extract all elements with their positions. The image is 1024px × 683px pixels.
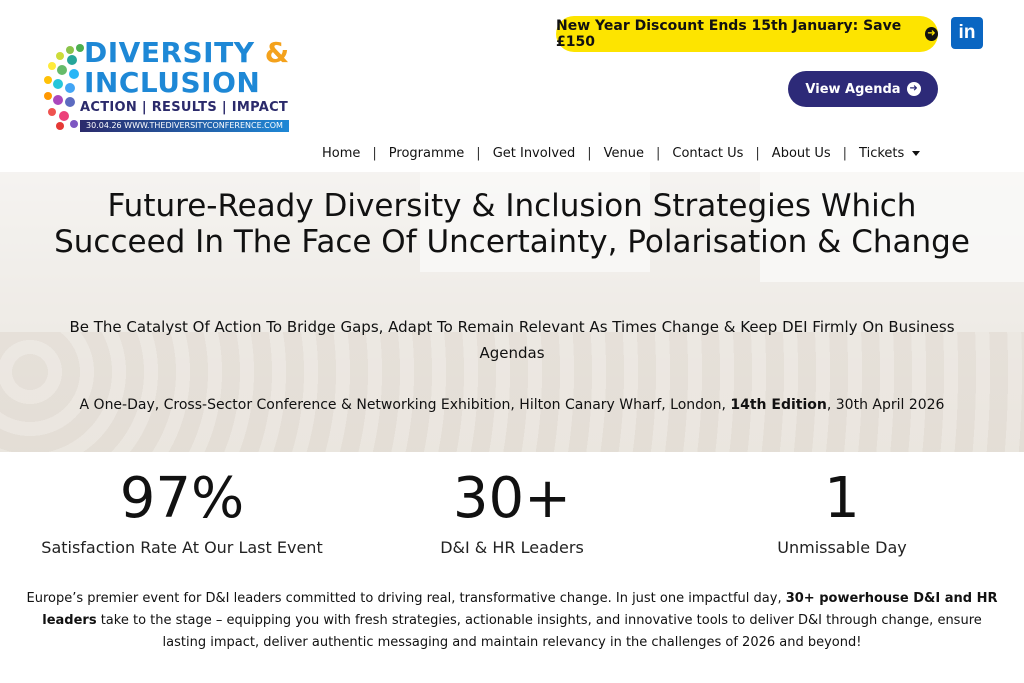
stat-leaders: 30+ D&I & HR Leaders — [342, 464, 682, 560]
nav-item-venue[interactable]: Venue — [592, 146, 656, 161]
logo-tagline: ACTION | RESULTS | IMPACT — [80, 100, 289, 115]
arrow-circle-right-icon: ➜ — [924, 27, 938, 41]
nav-item-get-involved[interactable]: Get Involved — [481, 146, 588, 161]
nav-item-programme[interactable]: Programme — [377, 146, 477, 161]
view-agenda-button[interactable]: View Agenda ➜ — [788, 71, 938, 107]
stat-label: D&I & HR Leaders — [440, 538, 584, 557]
discount-banner-label: New Year Discount Ends 15th January: Sav… — [556, 18, 902, 50]
caret-down-icon — [912, 150, 921, 156]
stat-label: Unmissable Day — [777, 538, 907, 557]
event-description: Europe’s premier event for D&I leaders c… — [20, 588, 1004, 654]
hero-title: Future-Ready Diversity & Inclusion Strat… — [54, 188, 970, 260]
view-agenda-label: View Agenda — [805, 81, 901, 97]
stat-value: 1 — [824, 466, 860, 531]
logo-date-url: 30.04.26 WWW.THEDIVERSITYCONFERENCE.COM — [80, 120, 289, 132]
event-details-text: A One-Day, Cross-Sector Conference & Net… — [79, 397, 731, 413]
nav-item-tickets[interactable]: Tickets — [847, 146, 932, 161]
hero-event-details: A One-Day, Cross-Sector Conference & Net… — [20, 394, 1004, 416]
stat-value: 30+ — [452, 466, 572, 531]
site-header: DIVERSITY & INCLUSION ACTION | RESULTS |… — [0, 0, 1024, 172]
arrow-circle-right-icon: ➜ — [906, 82, 921, 96]
stat-label: Satisfaction Rate At Our Last Event — [41, 538, 323, 557]
description-text: take to the stage – equipping you with f… — [96, 613, 982, 650]
conference-logo[interactable]: DIVERSITY & INCLUSION ACTION | RESULTS |… — [40, 36, 295, 136]
stat-satisfaction: 97% Satisfaction Rate At Our Last Event — [12, 464, 352, 560]
linkedin-icon[interactable]: in — [951, 17, 983, 49]
nav-item-tickets-label: Tickets — [859, 145, 905, 161]
logo-title: DIVERSITY & INCLUSION — [84, 36, 290, 99]
main-nav: Home | Programme | Get Involved | Venue … — [310, 142, 932, 164]
event-date: , 30th April 2026 — [826, 397, 945, 413]
hero-section: Future-Ready Diversity & Inclusion Strat… — [0, 172, 1024, 452]
stat-days: 1 Unmissable Day — [672, 464, 1012, 560]
nav-item-home[interactable]: Home — [310, 146, 372, 161]
discount-banner-button[interactable]: New Year Discount Ends 15th January: Sav… — [556, 16, 938, 52]
nav-item-contact-us[interactable]: Contact Us — [660, 146, 755, 161]
description-text: Europe’s premier event for D&I leaders c… — [26, 591, 786, 606]
stat-value: 97% — [119, 466, 245, 531]
event-edition: 14th Edition — [730, 397, 827, 413]
nav-item-about-us[interactable]: About Us — [760, 146, 843, 161]
hero-subtitle: Be The Catalyst Of Action To Bridge Gaps… — [69, 318, 955, 362]
